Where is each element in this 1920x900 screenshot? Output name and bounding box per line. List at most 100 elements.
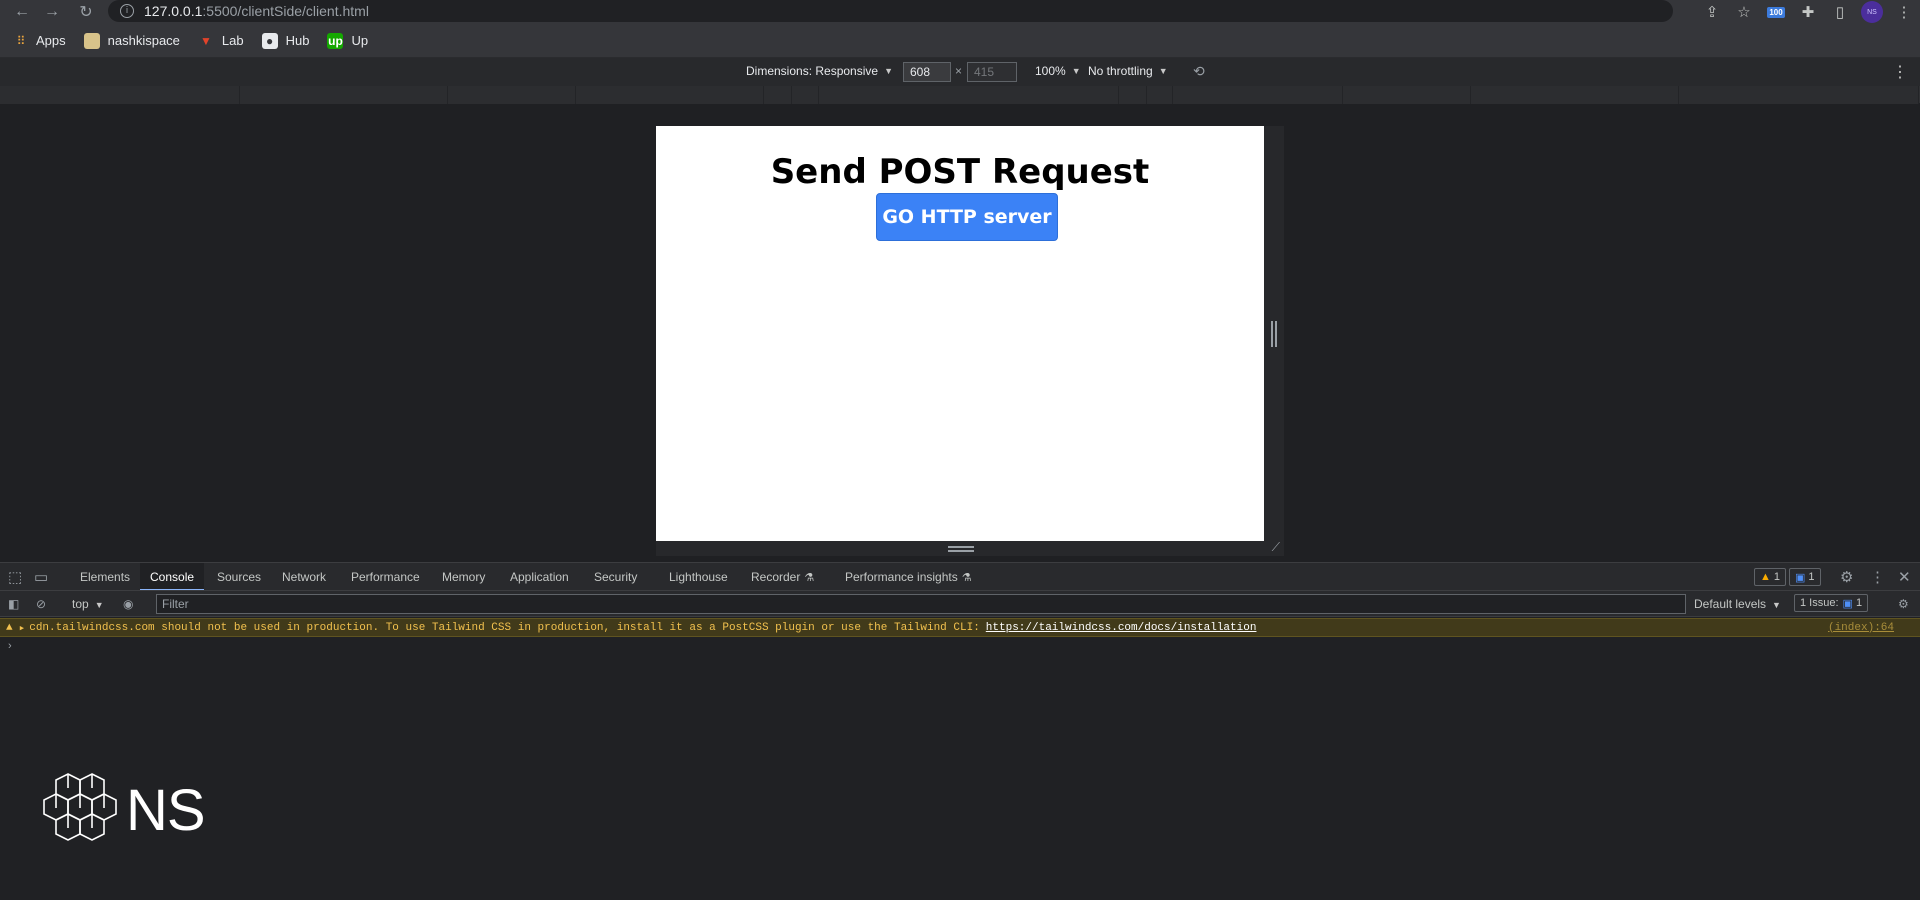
- context-selector[interactable]: top ▼: [72, 597, 104, 611]
- caret-down-icon: ▼: [884, 66, 893, 76]
- warning-icon: ▲: [1760, 571, 1771, 583]
- tab-recorder[interactable]: Recorder ⚗: [741, 563, 824, 591]
- tab-network[interactable]: Network: [272, 563, 336, 591]
- emulated-page: Send POST Request GO HTTP server: [656, 126, 1264, 541]
- throttling-label: No throttling: [1088, 64, 1153, 78]
- gitlab-icon: ▼: [199, 33, 212, 48]
- throttling-dropdown[interactable]: No throttling ▼: [1088, 64, 1168, 78]
- address-bar[interactable]: i 127.0.0.1:5500/clientSide/client.html: [108, 0, 1673, 22]
- tab-performance-insights[interactable]: Performance insights ⚗: [835, 563, 982, 591]
- upwork-icon: up: [327, 32, 344, 49]
- messages-count: 1: [1808, 571, 1815, 583]
- tab-lighthouse[interactable]: Lighthouse: [659, 563, 738, 591]
- github-icon: ●: [261, 32, 278, 49]
- url-host: 127.0.0.1: [144, 3, 203, 19]
- zoom-dropdown[interactable]: 100% ▼: [1035, 64, 1081, 78]
- close-devtools-icon[interactable]: ✕: [1898, 568, 1911, 586]
- console-settings-gear-icon[interactable]: ⚙: [1898, 597, 1909, 611]
- dimensions-label: Dimensions: Responsive: [746, 64, 879, 78]
- caret-down-icon: ▼: [94, 600, 104, 610]
- bookmark-nashkispace[interactable]: nashkispace: [83, 32, 180, 49]
- dimensions-dropdown[interactable]: Dimensions: Responsive ▼: [746, 64, 893, 78]
- caret-down-icon: ▼: [1071, 66, 1081, 76]
- grip-icon: [1271, 321, 1277, 347]
- go-http-server-button[interactable]: GO HTTP server: [876, 193, 1058, 241]
- bookmark-label: Apps: [36, 33, 66, 48]
- bookmark-lab[interactable]: ▼ Lab: [198, 33, 244, 49]
- extension-icon[interactable]: 100: [1760, 0, 1792, 24]
- share-icon[interactable]: ⇪: [1696, 0, 1728, 24]
- caret-down-icon: ▼: [1158, 66, 1168, 76]
- reload-icon[interactable]: ↻: [72, 0, 100, 24]
- toolbar-actions: ⇪ ☆ 100 ✚ ▯ NS ⋮: [1696, 0, 1920, 24]
- console-filter-input[interactable]: Filter: [156, 594, 1686, 614]
- bookmark-up[interactable]: up Up: [327, 32, 369, 49]
- avatar[interactable]: NS: [1861, 1, 1883, 23]
- bookmark-label: nashkispace: [107, 33, 180, 48]
- resize-handle-bottom[interactable]: ⟋: [656, 540, 1284, 556]
- warning-docs-link[interactable]: https://tailwindcss.com/docs/installatio…: [986, 622, 1257, 634]
- tab-performance-insights-label: Performance insights: [845, 570, 958, 584]
- media-query-ruler[interactable]: [0, 86, 1920, 104]
- caret-down-icon: ▼: [1772, 600, 1781, 610]
- expand-triangle-icon[interactable]: ▸: [19, 621, 26, 635]
- menu-kebab-icon[interactable]: ⋮: [1888, 0, 1920, 24]
- tab-recorder-label: Recorder: [751, 570, 801, 584]
- experiment-flask-icon: ⚗: [961, 572, 972, 584]
- times-icon: ×: [955, 64, 963, 78]
- puzzle-icon[interactable]: ✚: [1792, 0, 1824, 24]
- bookmark-label: Up: [351, 33, 369, 48]
- devtools-tabbar: ⬚ ▭ Elements Console Sources Network Per…: [0, 562, 1920, 591]
- site-info-icon[interactable]: i: [120, 4, 134, 18]
- back-icon[interactable]: ←: [8, 0, 36, 24]
- device-toolbar: Dimensions: Responsive ▼ 608 × 415 100% ▼ …: [0, 58, 1920, 86]
- bookmark-hub[interactable]: ● Hub: [261, 32, 310, 49]
- warning-icon: ▲: [6, 621, 13, 634]
- rotate-icon[interactable]: ⟲: [1193, 63, 1205, 80]
- extension-badge: 100: [1767, 6, 1785, 18]
- width-input[interactable]: 608: [903, 62, 951, 82]
- tab-elements[interactable]: Elements: [70, 563, 140, 591]
- experiment-flask-icon: ⚗: [804, 572, 815, 584]
- bookmark-apps[interactable]: ⠿ Apps: [12, 33, 66, 49]
- device-menu-icon[interactable]: ⋮: [1892, 62, 1908, 82]
- messages-counter[interactable]: ▣ 1: [1789, 568, 1821, 586]
- devtools-menu-icon[interactable]: ⋮: [1870, 568, 1885, 586]
- height-input[interactable]: 415: [967, 62, 1017, 82]
- bookmark-label: Hub: [285, 33, 310, 48]
- warning-text: cdn.tailwindcss.com should not be used i…: [29, 621, 980, 634]
- corner-resize-icon[interactable]: ⟋: [1272, 540, 1280, 555]
- issue-icon: ▣: [1842, 597, 1853, 610]
- avatar-wrap: NS: [1856, 0, 1888, 24]
- warnings-counter[interactable]: ▲ 1: [1754, 568, 1787, 586]
- bookmark-label: Lab: [221, 33, 244, 48]
- bookmark-star-icon[interactable]: ☆: [1728, 0, 1760, 24]
- tab-console[interactable]: Console: [140, 563, 205, 591]
- tab-sources[interactable]: Sources: [207, 563, 271, 591]
- console-warning-message[interactable]: ▲ ▸ cdn.tailwindcss.com should not be us…: [0, 618, 1920, 637]
- side-panel-icon[interactable]: ▯: [1824, 0, 1856, 24]
- sidebar-toggle-icon[interactable]: ◧: [8, 597, 19, 611]
- browser-toolbar: ← → ↻ i 127.0.0.1:5500/clientSide/client…: [0, 0, 1920, 24]
- device-toggle-icon[interactable]: ▭: [34, 568, 48, 586]
- console-prompt[interactable]: ›: [8, 640, 12, 652]
- clear-console-icon[interactable]: ⊘: [36, 597, 46, 611]
- issues-button[interactable]: 1 Issue: ▣ 1: [1794, 594, 1869, 612]
- ns-logo: NS: [40, 770, 206, 850]
- grip-icon: [948, 546, 974, 552]
- warning-source-link[interactable]: (index):64: [1828, 622, 1894, 634]
- resize-handle-right[interactable]: [1264, 126, 1284, 556]
- folder-icon: [83, 32, 100, 49]
- zoom-label: 100%: [1035, 64, 1066, 78]
- tab-security[interactable]: Security: [584, 563, 647, 591]
- apps-grid-icon: ⠿: [16, 33, 26, 48]
- tab-application[interactable]: Application: [500, 563, 579, 591]
- log-levels-dropdown[interactable]: Default levels ▼: [1694, 597, 1781, 611]
- bookmarks-bar: ⠿ Apps nashkispace ▼ Lab ● Hub up Up: [0, 24, 1920, 58]
- forward-icon[interactable]: →: [38, 0, 66, 24]
- inspect-element-icon[interactable]: ⬚: [8, 568, 22, 586]
- settings-gear-icon[interactable]: ⚙: [1840, 568, 1853, 586]
- tab-memory[interactable]: Memory: [432, 563, 495, 591]
- live-expression-eye-icon[interactable]: ◉: [123, 597, 133, 611]
- tab-performance[interactable]: Performance: [341, 563, 430, 591]
